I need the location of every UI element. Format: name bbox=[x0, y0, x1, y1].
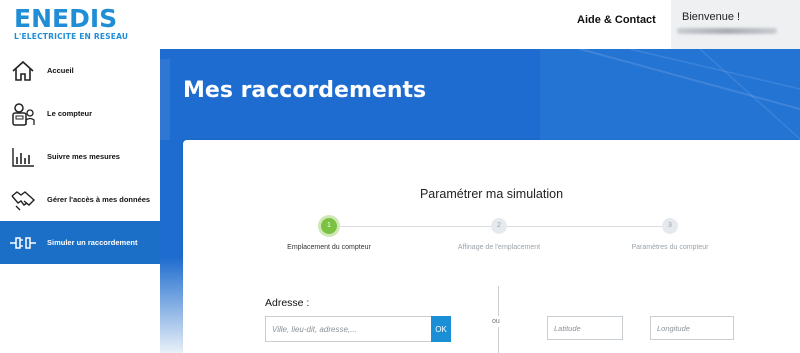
address-label: Adresse : bbox=[265, 297, 310, 309]
step-3-label: Paramètres du compteur bbox=[631, 244, 709, 251]
simulation-card: Paramétrer ma simulation 1 2 3 Emplaceme… bbox=[183, 140, 800, 353]
sidebar-nav: Accueil Le compteur Suivre mes mesures G… bbox=[0, 49, 160, 353]
address-input[interactable]: Ville, lieu-dit, adresse,... bbox=[265, 316, 438, 342]
sidebar-item-accueil[interactable]: Accueil bbox=[0, 49, 160, 92]
hero-banner: Mes raccordements bbox=[160, 49, 800, 152]
plug-icon bbox=[9, 229, 37, 257]
or-label: ou bbox=[492, 316, 500, 327]
longitude-input[interactable]: Longitude bbox=[650, 316, 734, 340]
logo-tagline: L'ELECTRICITE EN RESEAU bbox=[14, 32, 129, 41]
stepper-line bbox=[507, 226, 662, 227]
content-side-accent bbox=[160, 140, 183, 353]
top-header: ENEDIS L'ELECTRICITE EN RESEAU Aide & Co… bbox=[0, 0, 800, 49]
step-2-indicator[interactable]: 2 bbox=[491, 218, 507, 234]
sidebar-item-label: Simuler un raccordement bbox=[47, 238, 138, 247]
sidebar-item-label: Gérer l'accès à mes données bbox=[47, 195, 151, 204]
stepper-line bbox=[337, 226, 491, 227]
step-1-indicator[interactable]: 1 bbox=[321, 218, 337, 234]
step-3-indicator[interactable]: 3 bbox=[662, 218, 678, 234]
enedis-logo[interactable]: ENEDIS L'ELECTRICITE EN RESEAU bbox=[14, 4, 129, 42]
home-icon bbox=[9, 57, 37, 85]
user-menu[interactable]: Bienvenue ! bbox=[671, 0, 800, 49]
page-title: Mes raccordements bbox=[183, 78, 427, 103]
help-contact-link[interactable]: Aide & Contact bbox=[577, 14, 656, 26]
sidebar-item-compteur[interactable]: Le compteur bbox=[0, 92, 160, 135]
sidebar-item-acces-donnees[interactable]: Gérer l'accès à mes données bbox=[0, 178, 160, 221]
sidebar-item-simuler-raccordement[interactable]: Simuler un raccordement bbox=[0, 221, 160, 264]
simulation-title: Paramétrer ma simulation bbox=[419, 187, 564, 201]
step-2-label: Affinage de l'emplacement bbox=[457, 244, 541, 251]
handshake-icon bbox=[9, 186, 37, 214]
welcome-text: Bienvenue ! bbox=[682, 11, 741, 23]
ok-button[interactable]: OK bbox=[431, 316, 451, 342]
step-1-label: Emplacement du compteur bbox=[287, 244, 371, 251]
sidebar-item-label: Suivre mes mesures bbox=[47, 152, 120, 161]
logo-word: ENEDIS bbox=[14, 4, 118, 33]
sidebar-item-label: Le compteur bbox=[47, 109, 93, 118]
bar-chart-icon bbox=[9, 143, 37, 171]
user-name-blurred bbox=[677, 28, 777, 34]
meter-icon bbox=[9, 100, 37, 128]
sidebar-item-mesures[interactable]: Suivre mes mesures bbox=[0, 135, 160, 178]
latitude-input[interactable]: Latitude bbox=[547, 316, 623, 340]
sidebar-item-label: Accueil bbox=[47, 66, 74, 75]
